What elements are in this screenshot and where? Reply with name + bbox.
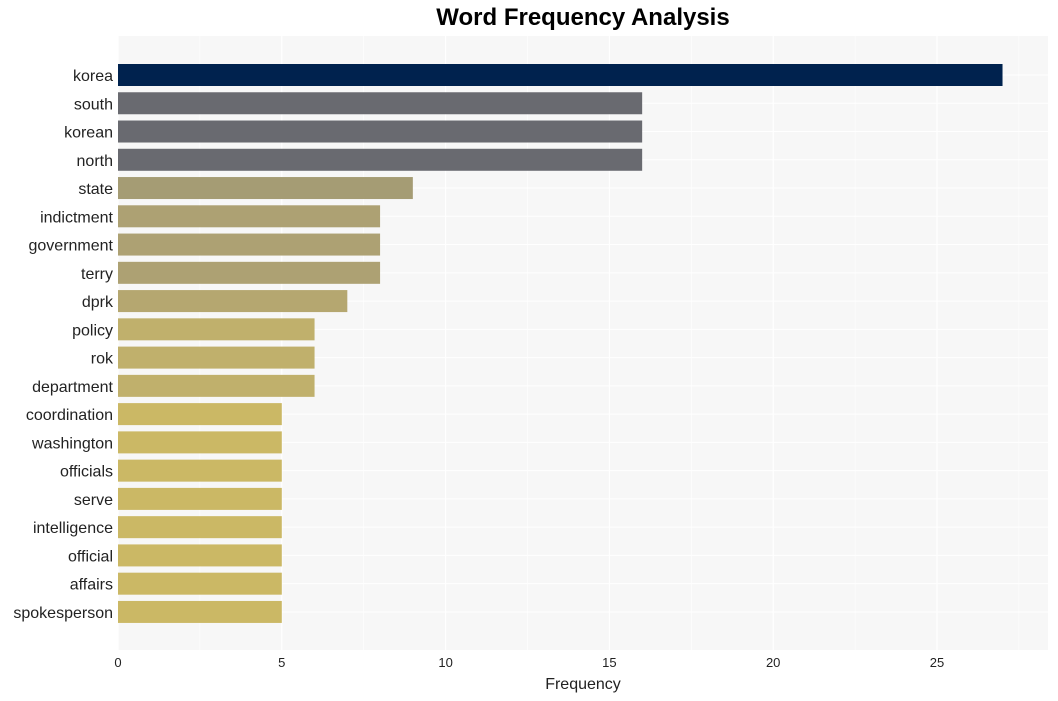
x-tick-label: 20 (766, 655, 780, 670)
category-label-north: north (77, 153, 113, 170)
category-label-government: government (29, 238, 114, 255)
bar-official (118, 544, 282, 567)
category-labels: korea south korean north state indictment gove… (13, 68, 114, 622)
category-label-dprk: dprk (82, 294, 114, 311)
category-label-policy: policy (72, 322, 113, 339)
category-label-state: state (78, 181, 113, 198)
bar-government (118, 233, 381, 256)
category-label-intelligence: intelligence (33, 520, 113, 537)
x-tick-label: 10 (438, 655, 452, 670)
bar-korea (118, 64, 1003, 86)
category-label-terry: terry (81, 266, 113, 283)
bar-spokesperson (118, 600, 282, 623)
category-label-indictment: indictment (40, 209, 113, 226)
bar-terry (118, 261, 381, 284)
bar-serve (118, 487, 282, 510)
category-label-affairs: affairs (70, 577, 113, 594)
x-axis-title: Frequency (545, 676, 621, 693)
bar-dprk (118, 290, 348, 313)
bar-korean (118, 120, 643, 143)
bar-policy (118, 318, 315, 341)
category-label-department: department (32, 379, 113, 396)
bar-washington (118, 431, 282, 454)
bar-indictment (118, 205, 381, 228)
x-tick-label: 15 (602, 655, 616, 670)
category-label-rok: rok (91, 351, 114, 368)
bar-intelligence (118, 516, 282, 539)
x-tick-labels: 0 5 10 15 20 25 (114, 655, 944, 670)
bar-affairs (118, 572, 282, 595)
bar-chart: korea south korean north state indictment gove… (13, 36, 1048, 693)
bar-officials (118, 459, 282, 482)
bar-department (118, 374, 315, 397)
category-label-official: official (68, 548, 113, 565)
category-label-coordination: coordination (26, 407, 113, 424)
category-label-officials: officials (60, 464, 113, 481)
bar-rok (118, 346, 315, 369)
bar-north (118, 148, 643, 171)
bar-south (118, 92, 643, 115)
bar-coordination (118, 403, 282, 426)
x-tick-label: 25 (930, 655, 944, 670)
category-label-serve: serve (74, 492, 113, 509)
bar-state (118, 177, 413, 200)
category-label-south: south (74, 96, 113, 113)
category-label-washington: washington (31, 435, 113, 452)
category-label-spokesperson: spokesperson (13, 605, 113, 622)
x-tick-label: 5 (278, 655, 285, 670)
category-label-korea: korea (73, 68, 113, 85)
category-label-korean: korean (64, 125, 113, 142)
x-tick-label: 0 (114, 655, 121, 670)
